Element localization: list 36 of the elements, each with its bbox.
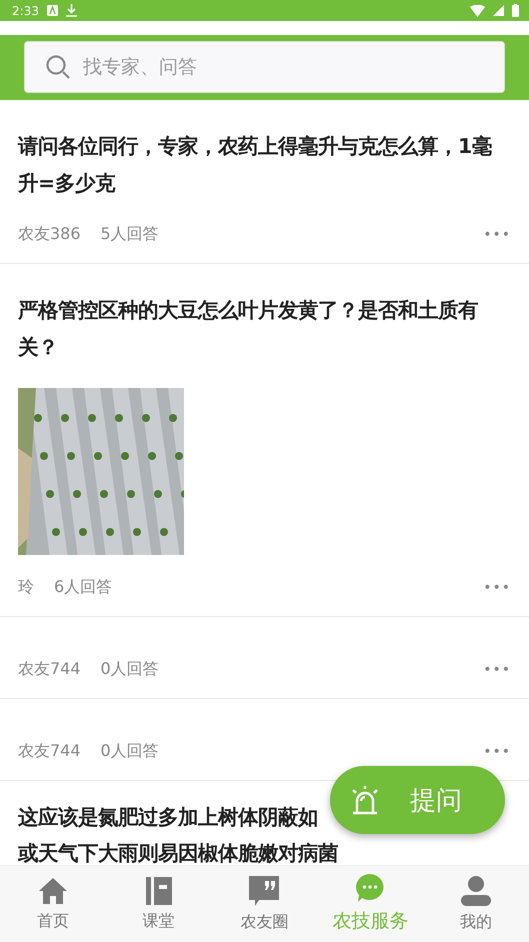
chat-bubble-icon bbox=[356, 874, 384, 902]
alarm-light-icon bbox=[350, 785, 380, 815]
nav-tab[interactable]: 首页 bbox=[0, 866, 106, 942]
signal-icon bbox=[493, 5, 504, 16]
home-icon bbox=[38, 876, 68, 904]
search-field[interactable]: 找专家、问答 bbox=[24, 41, 505, 93]
ask-button[interactable]: 提问 bbox=[330, 766, 505, 834]
nav-tab[interactable]: 我的 bbox=[423, 866, 529, 942]
book-icon bbox=[146, 876, 172, 904]
question-title[interactable]: 或天气下大雨则易因椒体脆嫩对病菌 bbox=[18, 836, 338, 865]
author-name: 农友744 bbox=[18, 659, 81, 680]
answer-count: 5人回答 bbox=[100, 224, 159, 245]
more-button[interactable]: ••• bbox=[483, 580, 511, 596]
author-name: 农友744 bbox=[18, 741, 81, 762]
wifi-icon bbox=[470, 4, 485, 16]
answer-count: 0人回答 bbox=[100, 659, 159, 680]
question-title[interactable]: 这应该是氮肥过多加上树体阴蔽如 bbox=[18, 799, 318, 836]
keyboard-icon bbox=[46, 5, 58, 16]
nav-tab[interactable]: 农技服务 bbox=[317, 866, 424, 942]
search-icon bbox=[46, 55, 71, 80]
question-title[interactable]: 严格管控区种的大豆怎么叶片发黄了？是否和土质有关？ bbox=[18, 292, 511, 366]
author-name: 农友386 bbox=[18, 224, 81, 245]
answer-count: 6人回答 bbox=[54, 577, 112, 598]
person-icon bbox=[461, 876, 492, 906]
battery-icon bbox=[512, 4, 519, 17]
more-button[interactable]: ••• bbox=[483, 226, 511, 242]
status-time: 2:33 bbox=[12, 4, 39, 18]
more-button[interactable]: ••• bbox=[483, 744, 511, 760]
nav-tab[interactable]: 农友圈 bbox=[212, 866, 318, 942]
author-name: 玲 bbox=[18, 577, 34, 598]
answer-count: 0人回答 bbox=[100, 741, 159, 762]
download-icon bbox=[66, 4, 77, 17]
more-button[interactable]: ••• bbox=[483, 662, 511, 678]
quote-bubble-icon bbox=[249, 876, 280, 906]
question-title[interactable]: 请问各位同行，专家，农药上得毫升与克怎么算，1毫升=多少克 bbox=[18, 128, 511, 202]
nav-tab[interactable]: 课堂 bbox=[106, 866, 212, 942]
